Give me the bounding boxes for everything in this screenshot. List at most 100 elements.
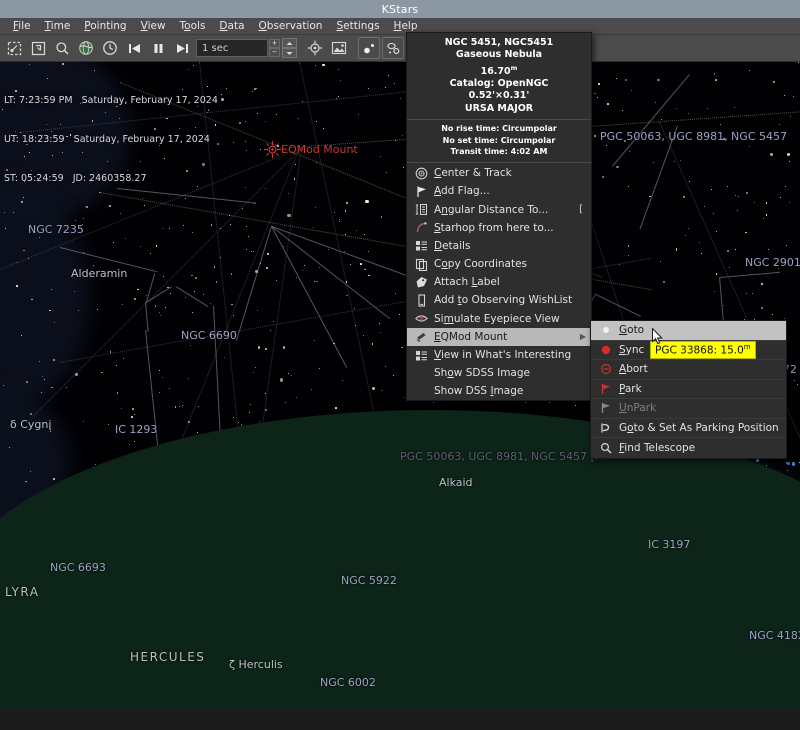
- spinner-up-icon[interactable]: [282, 38, 297, 48]
- deep-sky-object: [787, 462, 790, 465]
- search-icon[interactable]: [51, 37, 73, 59]
- telescope-marker-icon: [264, 141, 281, 158]
- time-step-spinner[interactable]: [282, 38, 297, 58]
- globe-icon[interactable]: [75, 37, 97, 59]
- pause-icon[interactable]: [147, 37, 169, 59]
- submenu-item-label: Find Telescope: [619, 441, 696, 454]
- star: [340, 80, 341, 82]
- menu-item-add-flag[interactable]: Add Flag...: [407, 182, 591, 200]
- time-step-plusminus[interactable]: + −: [269, 39, 280, 57]
- menu-item-simulate-eyepiece-view[interactable]: Simulate Eyepiece View: [407, 310, 591, 328]
- star: [253, 371, 254, 373]
- step-forward-icon[interactable]: [171, 37, 193, 59]
- star: [294, 163, 296, 165]
- star: [82, 420, 84, 422]
- menu-time[interactable]: Time: [38, 19, 78, 33]
- menu-file[interactable]: File: [6, 19, 38, 33]
- menu-item-show-dss-image[interactable]: Show DSS Image: [407, 382, 591, 400]
- star: [339, 218, 341, 220]
- star: [354, 307, 356, 309]
- menu-item-label: Show SDSS Image: [434, 367, 530, 380]
- menu-item-center-and-track[interactable]: Center & Track: [407, 164, 591, 182]
- star: [337, 68, 339, 70]
- submenu-item-find-telescope[interactable]: Find Telescope: [591, 438, 786, 458]
- star: [303, 264, 305, 266]
- menu-item-shortcut: [: [579, 204, 583, 216]
- star: [751, 292, 753, 294]
- menu-tools[interactable]: Tools: [173, 19, 213, 33]
- time-step-minus[interactable]: −: [269, 48, 280, 57]
- deepsky-toggle-icon[interactable]: [382, 37, 404, 59]
- submenu-item-unpark[interactable]: UnPark: [591, 399, 786, 419]
- star: [220, 97, 224, 101]
- stars-toggle-icon[interactable]: [358, 37, 380, 59]
- star: [245, 225, 247, 227]
- select-region-icon[interactable]: [3, 37, 25, 59]
- object-set-time: No set time: Circumpolar: [442, 135, 556, 145]
- star: [319, 367, 321, 369]
- menu-item-starhop[interactable]: Starhop from here to...: [407, 219, 591, 237]
- sky-object-label: NGC 6002: [320, 676, 376, 689]
- star: [379, 331, 381, 333]
- star: [158, 370, 160, 371]
- step-backward-icon[interactable]: [123, 37, 145, 59]
- sky-image-icon[interactable]: [328, 37, 350, 59]
- star: [168, 387, 170, 389]
- star: [315, 206, 317, 208]
- object-constellation: URSA MAJOR: [464, 102, 534, 114]
- star: [385, 87, 386, 89]
- star: [185, 297, 187, 299]
- star: [192, 311, 194, 313]
- star: [8, 446, 10, 448]
- star: [77, 310, 79, 311]
- menu-observation[interactable]: Observation: [252, 19, 330, 33]
- info-panel: LT: 7:23:59 PM Saturday, February 17, 20…: [4, 68, 218, 211]
- star: [259, 149, 261, 151]
- crosshair-target-icon[interactable]: [304, 37, 326, 59]
- star: [20, 335, 22, 337]
- set-time-icon[interactable]: [99, 37, 121, 59]
- star: [715, 273, 718, 275]
- menu-pointing[interactable]: Pointing: [77, 19, 133, 33]
- star: [727, 186, 729, 188]
- submenu-item-abort[interactable]: Abort: [591, 360, 786, 380]
- menu-settings[interactable]: Settings: [329, 19, 386, 33]
- sky-object-label: IC 3197: [648, 538, 691, 551]
- star: [312, 226, 314, 228]
- star: [224, 356, 225, 358]
- sky-object-tooltip: PGC 33868: 15.0m: [650, 341, 756, 359]
- menu-data[interactable]: Data: [212, 19, 251, 33]
- sky-object-label: NGC 2901: [745, 256, 800, 269]
- window-title: KStars: [381, 2, 419, 16]
- star: [760, 307, 764, 310]
- angular-distance-icon: [413, 203, 429, 217]
- star: [291, 375, 293, 377]
- time-step-field[interactable]: 1 sec: [196, 39, 268, 57]
- menu-item-view-in-whats-interesting[interactable]: View in What's Interesting: [407, 346, 591, 364]
- submenu-item-park[interactable]: Park: [591, 380, 786, 399]
- star: [113, 242, 115, 244]
- star: [379, 322, 381, 324]
- submenu-item-goto-and-set-parking[interactable]: Goto & Set As Parking Position: [591, 419, 786, 438]
- menu-item-attach-label[interactable]: Attach Label: [407, 273, 591, 291]
- menu-help[interactable]: Help: [387, 19, 425, 33]
- time-step-plus[interactable]: +: [269, 39, 280, 48]
- sky-object-label: IC 1293: [115, 423, 158, 436]
- menu-item-angular-distance[interactable]: Angular Distance To... [: [407, 200, 591, 218]
- menu-item-details[interactable]: Details: [407, 237, 591, 255]
- star: [16, 285, 18, 287]
- submenu-item-goto[interactable]: Goto: [591, 321, 786, 341]
- menu-item-eqmod-mount[interactable]: EQMod Mount ▶: [407, 327, 591, 346]
- menu-item-copy-coordinates[interactable]: Copy Coordinates: [407, 255, 591, 273]
- info-panel-sidereal-time: ST: 05:24:59 JD: 2460358.27: [4, 173, 147, 184]
- star-label: δ Cygni: [10, 418, 52, 431]
- spinner-down-icon[interactable]: [282, 48, 297, 58]
- capture-region-icon[interactable]: [27, 37, 49, 59]
- star: [239, 122, 241, 124]
- menu-item-add-to-wishlist[interactable]: Add to Observing WishList: [407, 291, 591, 309]
- menu-view[interactable]: View: [134, 19, 173, 33]
- menu-item-label: Details: [434, 239, 471, 252]
- star: [230, 273, 233, 275]
- menu-item-show-sdss-image[interactable]: Show SDSS Image: [407, 364, 591, 382]
- submenu-item-label: Abort: [619, 363, 648, 376]
